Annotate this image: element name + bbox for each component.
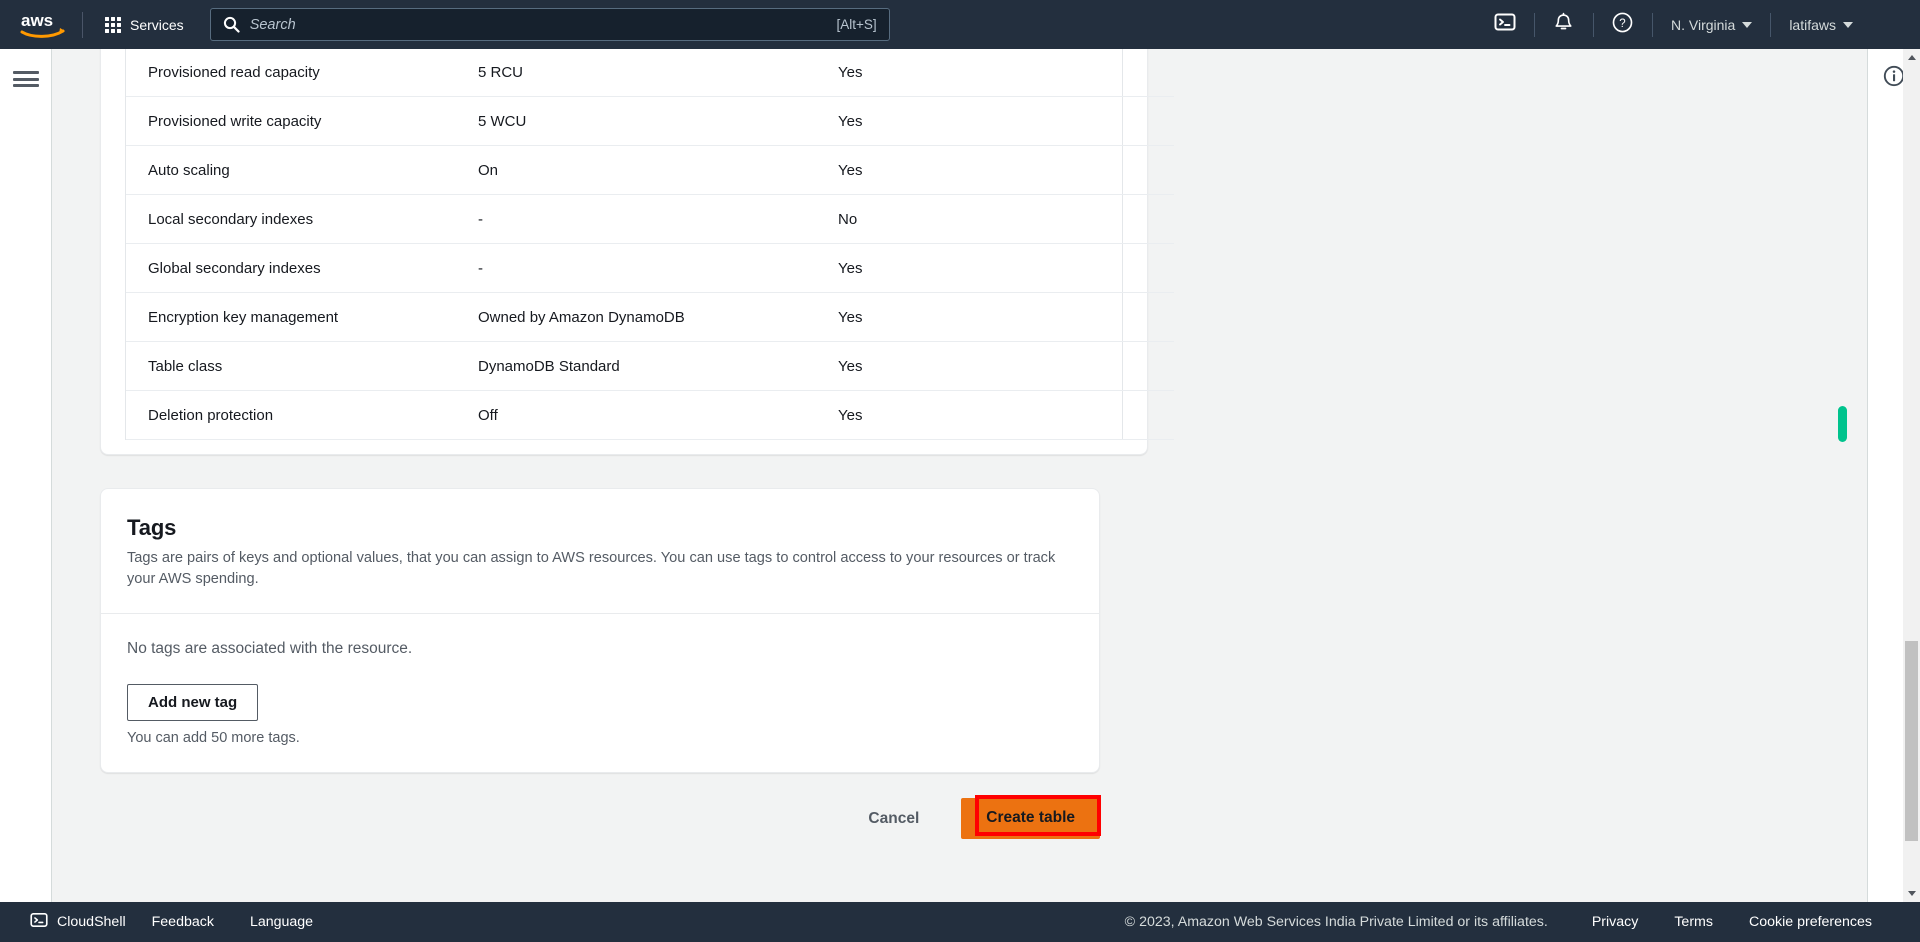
- setting-editable: No: [838, 210, 858, 228]
- tags-description: Tags are pairs of keys and optional valu…: [127, 550, 1056, 588]
- footer-cloudshell-label: CloudShell: [57, 914, 126, 930]
- table-row: Deletion protection Off Yes: [126, 391, 1174, 440]
- inner-scroll-thumb[interactable]: [1838, 406, 1847, 442]
- form-action-bar: Cancel Create table: [100, 795, 1102, 840]
- cloudshell-icon: [30, 911, 48, 933]
- search-shortcut-hint: [Alt+S]: [836, 17, 877, 32]
- footer-privacy-link[interactable]: Privacy: [1574, 908, 1657, 936]
- tags-header: Tags Tags are pairs of keys and optional…: [101, 489, 1099, 613]
- setting-value: -: [478, 210, 483, 228]
- services-menu-button[interactable]: Services: [97, 11, 192, 39]
- svg-text:?: ?: [1620, 17, 1626, 29]
- summary-table-wrapper: Capacity mode Provisioned Yes Provisione…: [125, 49, 1174, 440]
- footer-copyright: © 2023, Amazon Web Services India Privat…: [1124, 914, 1548, 930]
- nav-divider: [82, 11, 83, 38]
- scroll-up-arrow-icon[interactable]: [1903, 49, 1920, 66]
- services-label: Services: [130, 16, 184, 33]
- help-button[interactable]: ?: [1601, 0, 1645, 49]
- setting-editable: Yes: [838, 406, 863, 424]
- setting-name: Table class: [148, 357, 223, 375]
- footer-terms-link[interactable]: Terms: [1656, 908, 1731, 936]
- tags-empty-message: No tags are associated with the resource…: [127, 639, 413, 657]
- table-row: Auto scaling On Yes: [126, 146, 1174, 195]
- tags-title: Tags: [127, 515, 177, 540]
- create-table-button-wrapper: Create table: [961, 795, 1102, 840]
- setting-editable: Yes: [838, 112, 863, 130]
- setting-editable: Yes: [838, 161, 863, 179]
- nav-divider: [1770, 12, 1772, 37]
- table-row: Provisioned write capacity 5 WCU Yes: [126, 97, 1174, 146]
- page-footer: CloudShell Feedback Language © 2023, Ama…: [0, 902, 1920, 942]
- footer-right-links: © 2023, Amazon Web Services India Privat…: [1125, 908, 1920, 936]
- footer-language-link[interactable]: Language: [232, 908, 331, 936]
- aws-console-page: aws Services [Alt+S]: [0, 0, 1920, 942]
- setting-value: 5 WCU: [478, 112, 527, 130]
- top-navigation-bar: aws Services [Alt+S]: [0, 0, 1920, 49]
- setting-name: Local secondary indexes: [148, 210, 314, 228]
- cloudshell-icon: [1494, 11, 1516, 38]
- scrollbar-thumb[interactable]: [1905, 641, 1918, 841]
- hamburger-menu-icon[interactable]: [13, 68, 39, 90]
- add-new-tag-button[interactable]: Add new tag: [127, 683, 259, 722]
- setting-name: Encryption key management: [148, 308, 339, 326]
- table-settings-summary-card: Capacity mode Provisioned Yes Provisione…: [100, 49, 1174, 455]
- setting-name: Global secondary indexes: [148, 259, 321, 277]
- table-row: Provisioned read capacity 5 RCU Yes: [126, 49, 1174, 97]
- chevron-down-icon: [1742, 21, 1753, 28]
- scroll-down-arrow-icon[interactable]: [1903, 885, 1920, 902]
- browser-scrollbar[interactable]: [1903, 49, 1920, 902]
- cancel-button[interactable]: Cancel: [848, 801, 939, 837]
- setting-value: DynamoDB Standard: [478, 357, 620, 375]
- table-row: Table class DynamoDB Standard Yes: [126, 342, 1174, 391]
- tags-card: Tags Tags are pairs of keys and optional…: [100, 488, 1100, 774]
- settings-summary-body: Capacity mode Provisioned Yes Provisione…: [126, 49, 1174, 440]
- notifications-button[interactable]: [1542, 0, 1586, 49]
- left-side-panel: [0, 49, 52, 902]
- grid-apps-icon: [105, 16, 121, 33]
- setting-editable: Yes: [838, 63, 863, 81]
- nav-divider: [1592, 12, 1594, 37]
- nav-divider: [1651, 12, 1653, 37]
- table-row: Global secondary indexes - Yes: [126, 244, 1174, 293]
- setting-value: 5 RCU: [478, 63, 524, 81]
- tags-remaining-text: You can add 50 more tags.: [127, 730, 300, 747]
- setting-value: -: [478, 259, 483, 277]
- setting-value: On: [478, 161, 499, 179]
- nav-divider: [1533, 12, 1535, 37]
- setting-editable: Yes: [838, 259, 863, 277]
- footer-cloudshell-button[interactable]: CloudShell: [22, 905, 134, 939]
- search-input[interactable]: [249, 16, 829, 33]
- settings-summary-table: Capacity mode Provisioned Yes Provisione…: [126, 49, 1174, 440]
- account-label: latifaws: [1789, 16, 1836, 33]
- setting-name: Deletion protection: [148, 406, 274, 424]
- question-circle-icon: ?: [1611, 11, 1634, 39]
- bell-icon: [1553, 12, 1574, 38]
- setting-editable: Yes: [838, 357, 863, 375]
- svg-text:aws: aws: [21, 11, 53, 30]
- aws-logo[interactable]: aws: [18, 8, 68, 42]
- table-row: Local secondary indexes - No: [126, 195, 1174, 244]
- footer-left-links: CloudShell Feedback Language: [22, 905, 331, 939]
- chevron-down-icon: [1843, 21, 1853, 28]
- setting-value: Owned by Amazon DynamoDB: [478, 308, 685, 326]
- setting-name: Provisioned read capacity: [148, 63, 320, 81]
- search-icon: [223, 16, 240, 33]
- tags-body: No tags are associated with the resource…: [101, 612, 1099, 773]
- main-content-area: Capacity mode Provisioned Yes Provisione…: [52, 49, 1867, 902]
- create-table-button[interactable]: Create table: [961, 798, 1100, 840]
- account-menu[interactable]: latifaws: [1778, 10, 1864, 40]
- region-label: N. Virginia: [1670, 16, 1736, 33]
- table-row: Encryption key management Owned by Amazo…: [126, 293, 1174, 342]
- footer-feedback-link[interactable]: Feedback: [134, 908, 232, 936]
- region-selector[interactable]: N. Virginia: [1660, 10, 1763, 40]
- global-search-box[interactable]: [Alt+S]: [209, 8, 890, 41]
- cloudshell-button[interactable]: [1483, 0, 1527, 49]
- form-content-column: Capacity mode Provisioned Yes Provisione…: [100, 49, 1174, 840]
- footer-cookie-preferences-link[interactable]: Cookie preferences: [1731, 908, 1890, 936]
- setting-name: Auto scaling: [148, 161, 230, 179]
- setting-name: Provisioned write capacity: [148, 112, 322, 130]
- nav-right-cluster: ? N. Virginia latifaws: [1483, 0, 1920, 49]
- setting-value: Off: [478, 406, 498, 424]
- setting-editable: Yes: [838, 308, 863, 326]
